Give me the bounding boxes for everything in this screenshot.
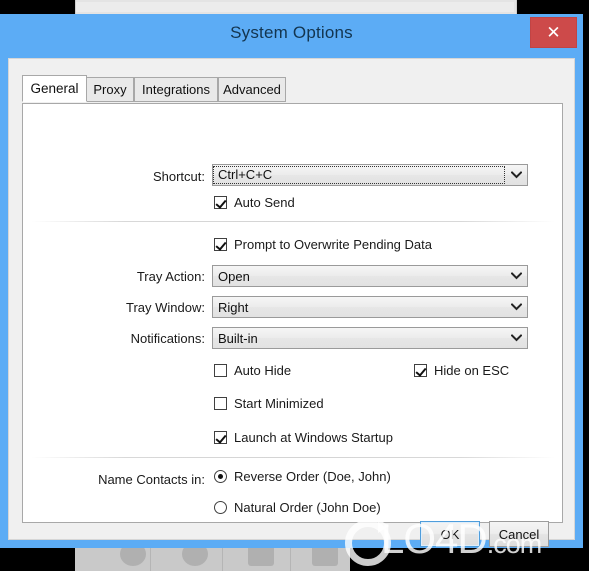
checkbox-box <box>214 238 227 251</box>
tab-general[interactable]: General <box>22 75 87 102</box>
shortcut-value: Ctrl+C+C <box>213 166 505 184</box>
tab-integrations[interactable]: Integrations <box>134 77 218 102</box>
chevron-down-icon <box>505 303 527 311</box>
notifications-value: Built-in <box>218 330 258 346</box>
checkbox-box <box>214 364 227 377</box>
radio-dot <box>214 501 227 514</box>
radio-label: Reverse Order (Doe, John) <box>234 469 391 484</box>
auto-hide-label: Auto Hide <box>234 363 292 378</box>
auto-send-checkbox[interactable]: Auto Send <box>214 195 295 210</box>
hide-on-esc-label: Hide on ESC <box>434 363 510 378</box>
ok-button-label: OK <box>440 526 460 542</box>
dialog-title: System Options <box>230 23 353 42</box>
cancel-button[interactable]: Cancel <box>489 521 549 547</box>
dialog-titlebar[interactable]: System Options ✕ <box>0 14 583 58</box>
prompt-overwrite-label: Prompt to Overwrite Pending Data <box>234 237 432 252</box>
checkbox-box <box>214 431 227 444</box>
tray-action-value: Open <box>218 268 250 284</box>
name-contacts-label: Name Contacts in: <box>98 472 205 487</box>
checkbox-box <box>214 196 227 209</box>
hide-on-esc-checkbox[interactable]: Hide on ESC <box>414 363 509 378</box>
tab-label: General <box>30 81 79 96</box>
cancel-button-label: Cancel <box>498 526 540 542</box>
tab-advanced[interactable]: Advanced <box>218 77 286 102</box>
tray-action-combobox[interactable]: Open <box>212 265 528 287</box>
auto-send-label: Auto Send <box>234 195 295 210</box>
radio-dot <box>214 470 227 483</box>
prompt-overwrite-checkbox[interactable]: Prompt to Overwrite Pending Data <box>214 237 432 252</box>
shortcut-combobox[interactable]: Ctrl+C+C <box>212 164 528 186</box>
chevron-down-icon <box>505 334 527 342</box>
chevron-down-icon <box>505 171 527 179</box>
radio-label: Natural Order (John Doe) <box>234 500 381 515</box>
checkbox-box <box>414 364 427 377</box>
tray-window-combobox[interactable]: Right <box>212 296 528 318</box>
checkbox-box <box>214 397 227 410</box>
tab-label: Advanced <box>223 82 281 97</box>
tray-window-label: Tray Window: <box>126 300 205 315</box>
tray-action-label: Tray Action: <box>136 269 205 284</box>
name-contacts-natural-radio[interactable]: Natural Order (John Doe) <box>214 500 381 515</box>
start-minimized-checkbox[interactable]: Start Minimized <box>214 396 324 411</box>
ok-button[interactable]: OK <box>420 521 480 547</box>
chevron-down-icon <box>505 272 527 280</box>
auto-hide-checkbox[interactable]: Auto Hide <box>214 363 291 378</box>
screenshot-root: System Options ✕ Proxy Integrations Adva… <box>0 0 589 571</box>
background-window-toolbar <box>76 2 514 12</box>
tray-window-value: Right <box>218 299 249 315</box>
system-options-dialog: System Options ✕ Proxy Integrations Adva… <box>0 14 583 548</box>
section-divider <box>31 457 555 458</box>
name-contacts-reverse-radio[interactable]: Reverse Order (Doe, John) <box>214 469 391 484</box>
start-minimized-label: Start Minimized <box>234 396 324 411</box>
tab-label: Integrations <box>142 82 210 97</box>
dialog-client-area: Proxy Integrations Advanced General Shor… <box>8 58 575 547</box>
notifications-combobox[interactable]: Built-in <box>212 327 528 349</box>
launch-startup-label: Launch at Windows Startup <box>234 430 393 445</box>
section-divider <box>31 221 555 222</box>
tab-proxy[interactable]: Proxy <box>86 77 134 102</box>
launch-startup-checkbox[interactable]: Launch at Windows Startup <box>214 430 393 445</box>
shortcut-label: Shortcut: <box>152 169 205 184</box>
tab-panel-general: Shortcut: Ctrl+C+C Auto Send Prompt to O… <box>22 103 563 523</box>
notifications-label: Notifications: <box>130 331 205 346</box>
close-icon: ✕ <box>546 23 561 42</box>
close-button[interactable]: ✕ <box>530 17 577 48</box>
tab-label: Proxy <box>93 82 127 97</box>
